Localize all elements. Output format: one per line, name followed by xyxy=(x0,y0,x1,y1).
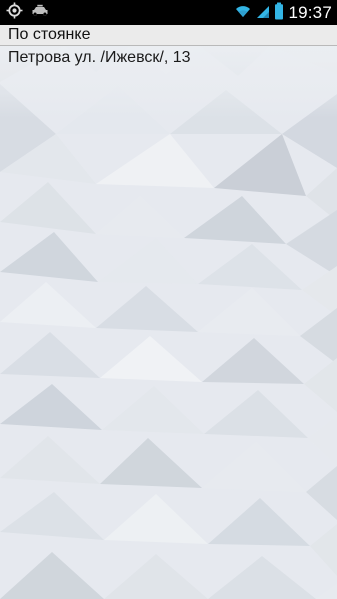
wifi-icon xyxy=(234,3,252,23)
main-content: Петрова ул. /Ижевск/, 13 xyxy=(0,46,337,599)
status-left-icons xyxy=(6,2,49,23)
taxi-car-icon xyxy=(31,3,49,22)
location-target-icon xyxy=(6,2,23,23)
status-right-icons: 19:37 xyxy=(234,2,333,24)
battery-icon xyxy=(274,2,284,24)
page-header: По стоянке xyxy=(0,25,337,46)
status-bar: 19:37 xyxy=(0,0,337,25)
page-title: По стоянке xyxy=(8,26,91,43)
status-time: 19:37 xyxy=(288,2,332,22)
signal-icon xyxy=(256,3,270,23)
app-screen: 19:37 По стоянке Петрова ул. /Ижевск/, 1… xyxy=(0,0,337,599)
parking-address: Петрова ул. /Ижевск/, 13 xyxy=(8,49,191,66)
background-pattern xyxy=(0,46,337,599)
